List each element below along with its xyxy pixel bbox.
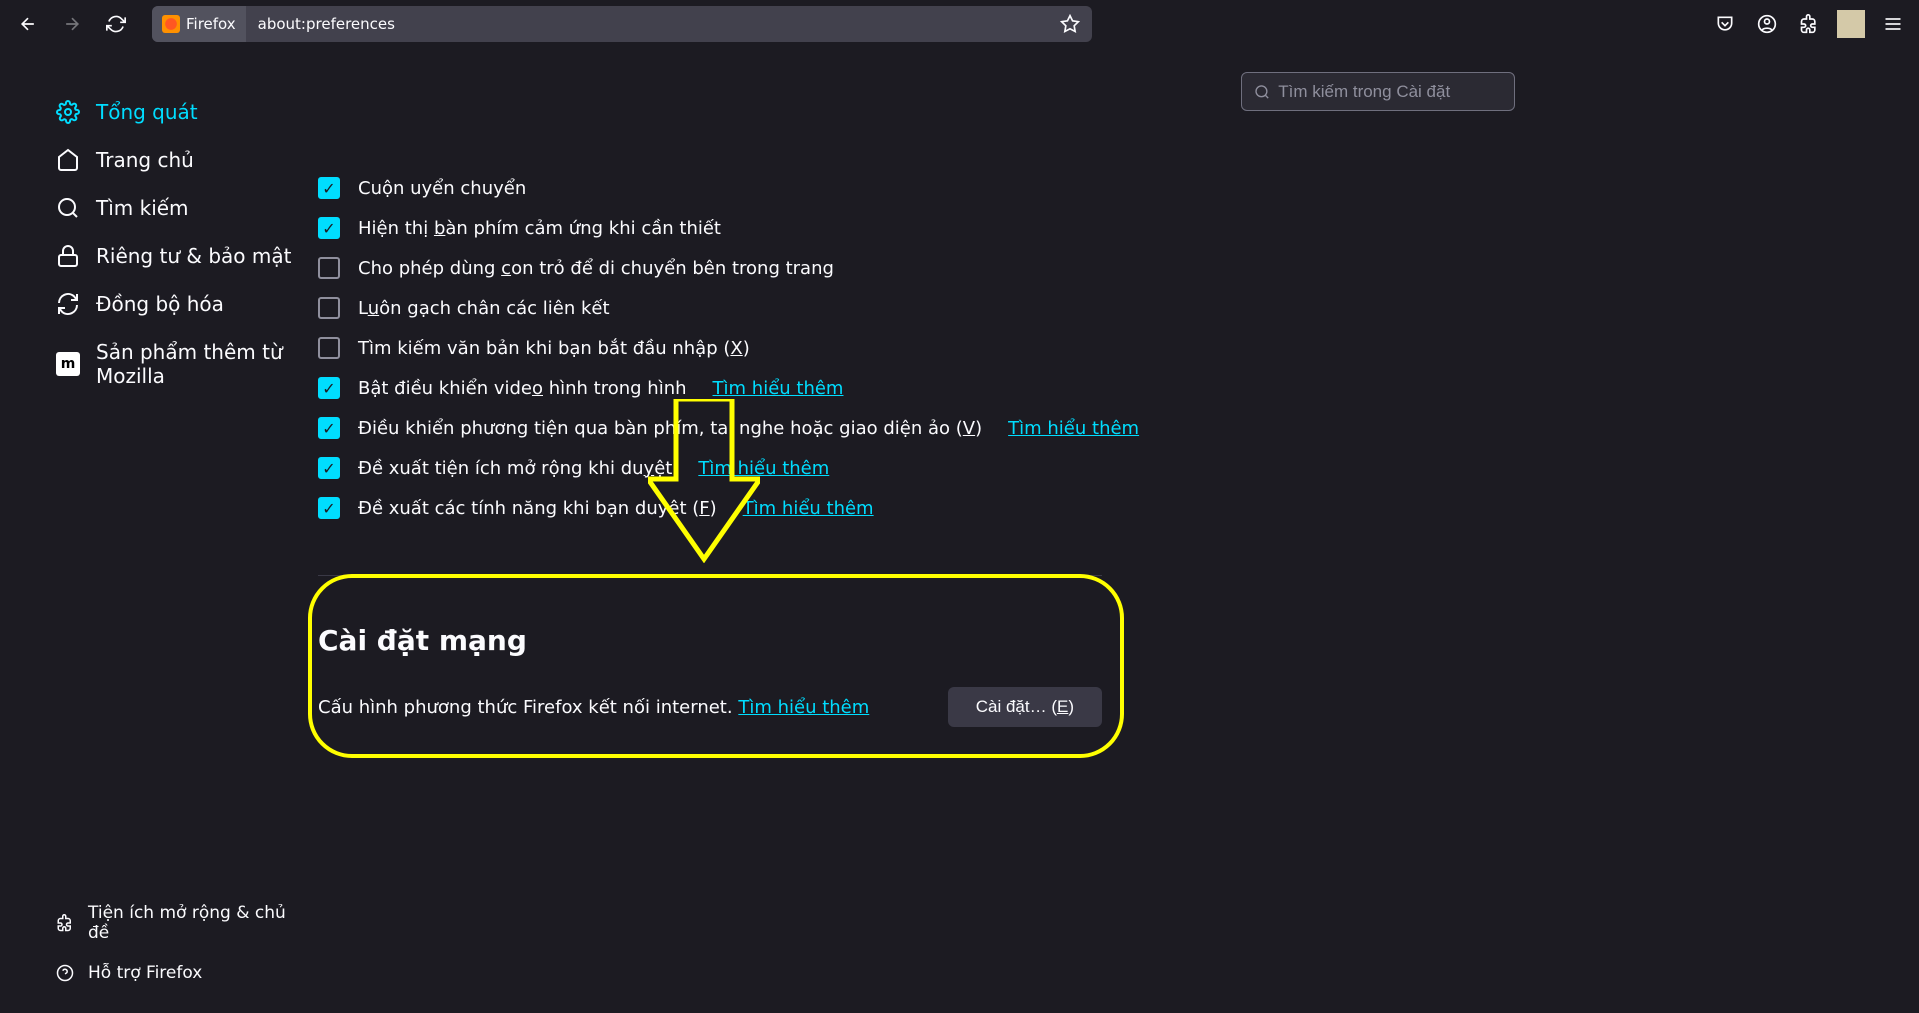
lock-icon — [56, 244, 80, 268]
sync-icon — [56, 292, 80, 316]
pocket-icon[interactable] — [1707, 6, 1743, 42]
mozilla-icon: m — [56, 352, 80, 376]
bookmark-star-icon[interactable] — [1048, 6, 1092, 42]
help-icon — [56, 964, 74, 982]
caret-browsing-checkbox[interactable] — [318, 257, 340, 279]
back-button[interactable] — [8, 6, 48, 42]
firefox-icon — [162, 15, 180, 33]
sidebar-item-search[interactable]: Tìm kiếm — [56, 184, 298, 232]
sidebar-item-label: Đồng bộ hóa — [96, 292, 224, 316]
pip-learn-more-link[interactable]: Tìm hiểu thêm — [713, 378, 844, 399]
search-text-label: Tìm kiếm văn bản khi bạn bắt đầu nhập (X… — [358, 338, 750, 359]
sidebar-item-extensions[interactable]: Tiện ích mở rộng & chủ đề — [56, 893, 298, 953]
puzzle-icon — [56, 914, 74, 932]
menu-icon[interactable] — [1875, 6, 1911, 42]
recommend-feat-checkbox[interactable] — [318, 497, 340, 519]
underline-links-checkbox[interactable] — [318, 297, 340, 319]
recommend-ext-learn-more-link[interactable]: Tìm hiểu thêm — [698, 458, 829, 479]
pip-label: Bật điều khiển video hình trong hình — [358, 378, 687, 399]
sidebar-item-label: Tìm kiếm — [96, 196, 189, 220]
network-title: Cài đặt mạng — [318, 624, 1102, 657]
home-icon — [56, 148, 80, 172]
profile-avatar[interactable] — [1833, 6, 1869, 42]
search-icon — [56, 196, 80, 220]
sidebar-item-sync[interactable]: Đồng bộ hóa — [56, 280, 298, 328]
settings-search[interactable] — [1241, 72, 1515, 111]
identity-box[interactable]: Firefox — [152, 6, 246, 42]
smooth-scroll-checkbox[interactable] — [318, 177, 340, 199]
sidebar-item-label: Sản phẩm thêm từ Mozilla — [96, 340, 298, 388]
forward-button[interactable] — [52, 6, 92, 42]
sidebar-item-help[interactable]: Hỗ trợ Firefox — [56, 953, 298, 993]
sidebar-item-label: Trang chủ — [96, 148, 194, 172]
underline-links-label: Luôn gạch chân các liên kết — [358, 298, 610, 319]
touch-keyboard-checkbox[interactable] — [318, 217, 340, 239]
identity-label: Firefox — [186, 15, 236, 33]
sidebar-item-home[interactable]: Trang chủ — [56, 136, 298, 184]
media-control-checkbox[interactable] — [318, 417, 340, 439]
main-content: Cuộn uyển chuyển Hiện thị bàn phím cảm ứ… — [318, 48, 1919, 1013]
media-control-label: Điều khiển phương tiện qua bàn phím, tai… — [358, 418, 982, 439]
address-bar[interactable]: Firefox about:preferences — [152, 6, 1092, 42]
sidebar-item-label: Tiện ích mở rộng & chủ đề — [88, 903, 298, 943]
url-text: about:preferences — [246, 15, 407, 33]
network-learn-more-link[interactable]: Tìm hiểu thêm — [738, 697, 869, 718]
sidebar-item-mozilla[interactable]: m Sản phẩm thêm từ Mozilla — [56, 328, 298, 400]
sidebar-item-label: Riêng tư & bảo mật — [96, 244, 291, 268]
search-icon — [1254, 83, 1270, 101]
touch-keyboard-label: Hiện thị bàn phím cảm ứng khi cần thiết — [358, 218, 721, 239]
pip-checkbox[interactable] — [318, 377, 340, 399]
recommend-ext-label: Đề xuất tiện ích mở rộng khi duyệt — [358, 458, 672, 479]
recommend-feat-learn-more-link[interactable]: Tìm hiểu thêm — [743, 498, 874, 519]
smooth-scroll-label: Cuộn uyển chuyển — [358, 178, 526, 199]
network-settings-section: Cài đặt mạng Cấu hình phương thức Firefo… — [318, 575, 1102, 727]
caret-browsing-label: Cho phép dùng con trỏ để di chuyển bên t… — [358, 258, 834, 279]
sidebar-item-privacy[interactable]: Riêng tư & bảo mật — [56, 232, 298, 280]
settings-search-input[interactable] — [1278, 82, 1502, 102]
network-settings-button[interactable]: Cài đặt… (E) — [948, 687, 1102, 727]
network-description: Cấu hình phương thức Firefox kết nối int… — [318, 697, 869, 718]
gear-icon — [56, 100, 80, 124]
browser-toolbar: Firefox about:preferences — [0, 0, 1919, 48]
account-icon[interactable] — [1749, 6, 1785, 42]
sidebar-item-label: Hỗ trợ Firefox — [88, 963, 202, 983]
sidebar: Tổng quát Trang chủ Tìm kiếm Riêng tư & … — [0, 48, 318, 1013]
recommend-feat-label: Đề xuất các tính năng khi bạn duyệt (F) — [358, 498, 717, 519]
extensions-icon[interactable] — [1791, 6, 1827, 42]
search-text-checkbox[interactable] — [318, 337, 340, 359]
sidebar-item-label: Tổng quát — [96, 100, 198, 124]
reload-button[interactable] — [96, 6, 136, 42]
sidebar-item-general[interactable]: Tổng quát — [56, 88, 298, 136]
recommend-ext-checkbox[interactable] — [318, 457, 340, 479]
media-control-learn-more-link[interactable]: Tìm hiểu thêm — [1008, 418, 1139, 439]
